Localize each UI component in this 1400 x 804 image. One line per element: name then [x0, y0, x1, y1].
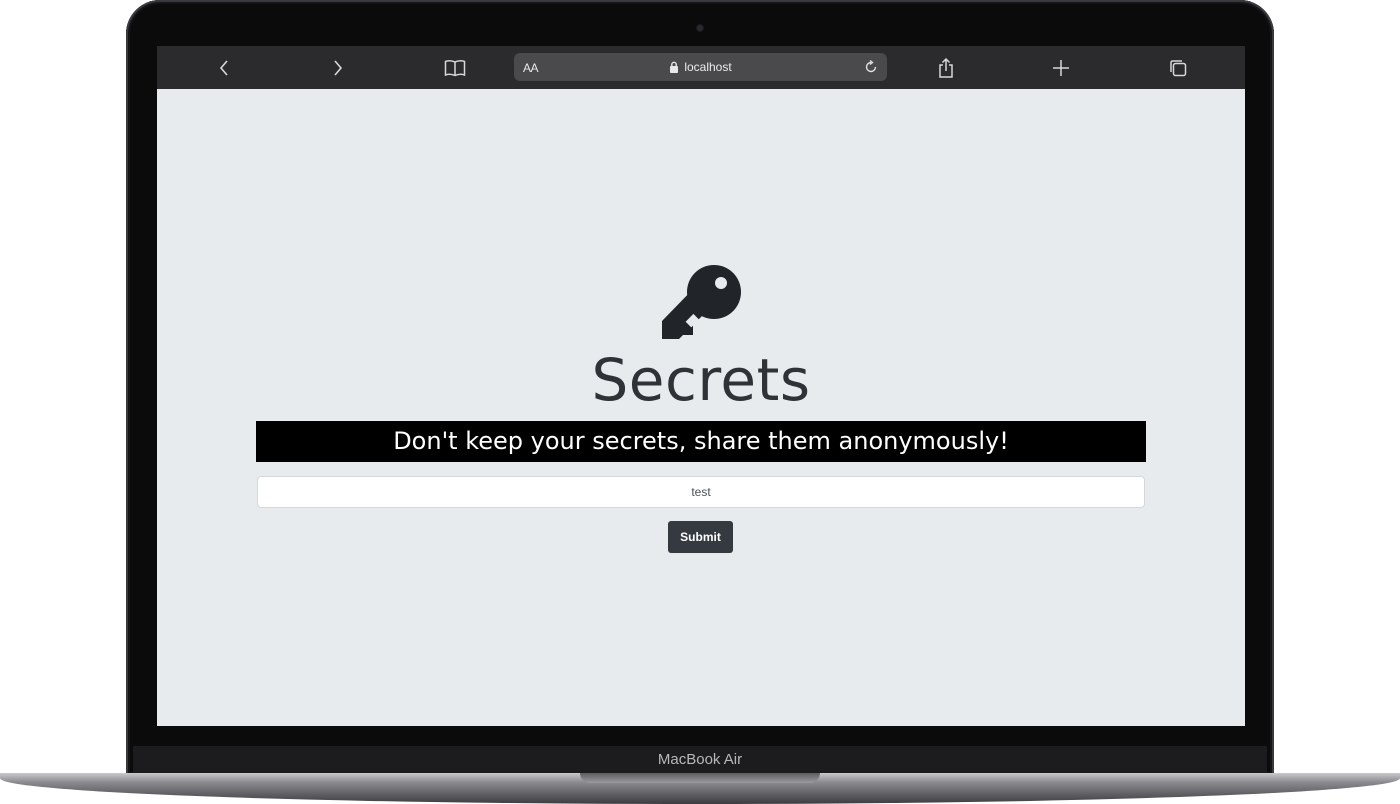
camera-icon	[697, 25, 703, 31]
new-tab-button[interactable]	[1041, 46, 1081, 89]
page-title: Secrets	[591, 346, 811, 414]
browser-window: AA localhost Secrets Don't keep your sec…	[157, 46, 1245, 726]
lock-icon	[670, 61, 679, 73]
tagline-banner: Don't keep your secrets, share them anon…	[256, 421, 1146, 462]
url-display[interactable]: localhost	[514, 53, 887, 81]
share-button[interactable]	[926, 46, 966, 89]
back-button[interactable]	[204, 46, 244, 89]
plus-icon	[1053, 59, 1069, 76]
url-text: localhost	[684, 60, 732, 74]
key-icon	[662, 265, 741, 339]
address-bar[interactable]: AA localhost	[514, 53, 887, 81]
reload-icon	[865, 59, 877, 73]
laptop-hinge-notch	[580, 773, 820, 783]
safari-toolbar: AA localhost	[157, 46, 1245, 89]
bookmarks-button[interactable]	[435, 46, 475, 89]
submit-button[interactable]: Submit	[668, 521, 733, 553]
chevron-right-icon	[334, 59, 343, 76]
secret-input[interactable]	[257, 476, 1145, 508]
laptop-mockup: AA localhost Secrets Don't keep your sec…	[0, 0, 1400, 804]
forward-button[interactable]	[318, 46, 358, 89]
tab-overview-button[interactable]	[1158, 46, 1198, 89]
device-model-label: MacBook Air	[657, 751, 743, 768]
web-page: Secrets Don't keep your secrets, share t…	[157, 89, 1245, 726]
book-icon	[444, 59, 466, 76]
reload-button[interactable]	[861, 57, 881, 77]
tabs-icon	[1170, 59, 1187, 76]
chevron-left-icon	[219, 59, 228, 76]
share-icon	[939, 57, 953, 78]
